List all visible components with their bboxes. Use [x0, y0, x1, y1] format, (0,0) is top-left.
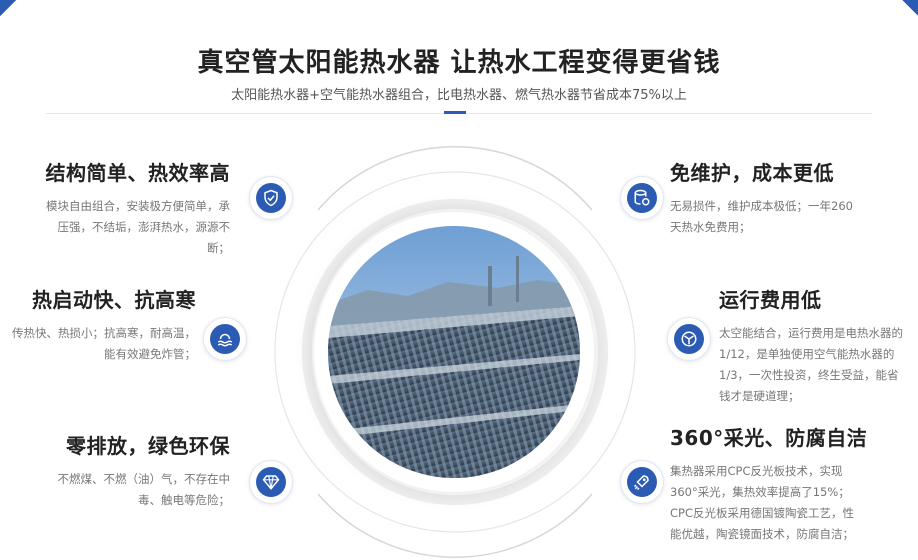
header-divider-accent: [444, 111, 466, 114]
feature-line: 模块自由组合，安装极方便简单，承: [46, 199, 230, 213]
feature-line: 1/3，一次性投资，终生受益，能省: [719, 368, 899, 382]
feature-title: 免维护，成本更低: [670, 161, 834, 185]
feature-360-lighting: 360°采光、防腐自洁 集热器采用CPC反光板技术，实现 360°采光，集热效率…: [670, 422, 870, 545]
feature-zero-emission: 零排放，绿色环保 不燃煤、不燃（油）气，不存在中 毒、触电等危险；: [20, 430, 231, 511]
diamond-icon: [249, 460, 293, 504]
heat-waves-icon: [203, 317, 247, 361]
feature-line: 能有效避免炸管；: [104, 347, 196, 361]
feature-line: 集热器采用CPC反光板技术，实现: [670, 464, 843, 478]
feature-line: 毒、触电等危险；: [138, 493, 230, 507]
feature-line: 不燃煤、不燃（油）气，不存在中: [57, 472, 231, 486]
database-coin-icon: [620, 176, 664, 220]
feature-line: 传热快、热损小；抗高寒，耐高温，: [12, 326, 196, 340]
feature-line: 能优越，陶瓷镜面技术，防腐自洁；: [670, 527, 854, 541]
feature-title: 运行费用低: [719, 288, 822, 312]
corner-decoration-right: [902, 0, 918, 16]
feature-line: 钱才是硬道理；: [719, 389, 800, 403]
page-subtitle: 太阳能热水器+空气能热水器组合，比电热水器、燃气热水器节省成本75%以上: [231, 88, 687, 103]
feature-fast-heating: 热启动快、抗高寒 传热快、热损小；抗高寒，耐高温， 能有效避免炸管；: [0, 284, 196, 365]
feature-title: 360°采光、防腐自洁: [670, 426, 868, 450]
page-title: 真空管太阳能热水器 让热水工程变得更省钱: [197, 48, 721, 78]
shield-check-icon: [249, 176, 293, 220]
feature-line: 断；: [207, 241, 230, 255]
feature-title: 零排放，绿色环保: [66, 434, 230, 458]
feature-low-running-cost: 运行费用低 太空能结合，运行费用是电热水器的 1/12，是单独使用空气能热水器的…: [719, 284, 911, 407]
feature-line: CPC反光板采用德国镀陶瓷工艺，性: [670, 506, 854, 520]
solar-panel-photo: [328, 226, 580, 478]
feature-line: 无易损件，维护成本极低；一年260: [670, 199, 853, 213]
feature-line: 太空能结合，运行费用是电热水器的: [719, 326, 903, 340]
corner-decoration-left: [0, 0, 16, 16]
feature-structure-efficiency: 结构简单、热效率高 模块自由组合，安装极方便简单，承 压强，不结垢，澎湃热水，源…: [20, 157, 231, 259]
rocket-icon: [620, 460, 664, 504]
fan-icon: [667, 317, 711, 361]
feature-line: 1/12，是单独使用空气能热水器的: [719, 347, 895, 361]
feature-line: 360°采光，集热效率提高了15%；: [670, 485, 850, 499]
feature-title: 热启动快、抗高寒: [32, 288, 196, 312]
feature-line: 压强，不结垢，澎湃热水，源源不: [57, 220, 231, 234]
feature-line: 天热水免费用；: [670, 220, 751, 234]
feature-title: 结构简单、热效率高: [45, 161, 230, 185]
feature-maintenance-free: 免维护，成本更低 无易损件，维护成本极低；一年260 天热水免费用；: [670, 157, 890, 238]
